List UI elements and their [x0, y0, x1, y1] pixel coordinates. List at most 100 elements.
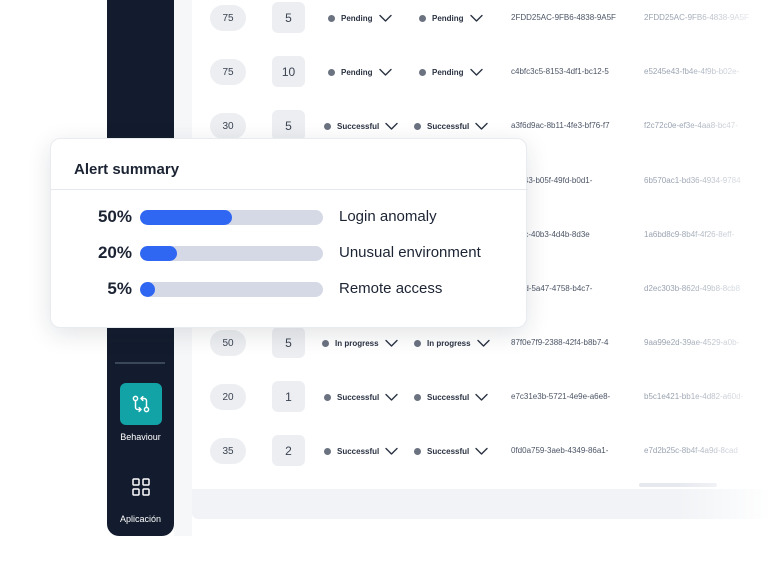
session-id: a3f6d9ac-8b11-4fe3-bf76-f7 — [511, 121, 610, 130]
status-dropdown[interactable]: Successful — [324, 117, 398, 135]
risk-score: 75 — [210, 5, 246, 31]
alert-count: 5 — [272, 2, 305, 33]
metric-percent: 20% — [97, 243, 132, 262]
status-dot — [324, 122, 331, 130]
risk-score: 20 — [210, 384, 246, 410]
sidebar-item-behaviour[interactable]: Behaviour — [107, 383, 174, 442]
metric-percent: 50% — [97, 207, 132, 226]
progress-fill — [140, 210, 232, 225]
status-dropdown[interactable]: In progress — [322, 334, 398, 352]
status-dropdown[interactable]: Pending — [328, 9, 392, 27]
status-dropdown[interactable]: Pending — [419, 9, 483, 27]
status-dropdown[interactable]: In progress — [414, 334, 490, 352]
chevron-down-icon — [475, 122, 488, 130]
table-row: 20 1 Successful Successful e7c31e3b-5721-… — [174, 379, 768, 419]
chevron-down-icon — [385, 447, 398, 455]
status-dot — [414, 447, 421, 455]
status-label: Pending — [432, 13, 464, 23]
status-label: Successful — [427, 121, 470, 131]
chevron-down-icon — [475, 393, 488, 401]
chevron-down-icon — [469, 68, 483, 76]
chevron-down-icon — [385, 393, 398, 401]
risk-score: 35 — [210, 438, 246, 464]
alert-metric: 5% Remote access — [51, 279, 528, 299]
metric-label: Login anomaly — [339, 208, 437, 225]
progress-track — [140, 246, 323, 261]
grid-icon — [131, 478, 150, 496]
alert-count: 5 — [272, 327, 305, 358]
git-compare-icon — [132, 395, 149, 413]
chevron-down-icon — [385, 122, 398, 130]
status-dot — [414, 393, 421, 401]
device-id: e7d2b25c-8b4f-4a9d-8cad — [644, 446, 738, 455]
status-dot — [322, 339, 329, 347]
status-dot — [324, 393, 331, 401]
chevron-down-icon — [378, 68, 392, 76]
progress-track — [140, 282, 323, 297]
chevron-down-icon — [475, 447, 488, 455]
progress-track — [140, 210, 323, 225]
session-id: c4bfc3c5-8153-4df1-bc12-5 — [511, 67, 609, 76]
device-id: f2c72c0e-ef3e-4aa8-bc47- — [644, 121, 738, 130]
status-label: In progress — [427, 338, 471, 348]
sidebar-item-behaviour-tile[interactable] — [119, 383, 162, 425]
status-dropdown[interactable]: Pending — [419, 63, 483, 81]
table-footer — [192, 489, 768, 519]
status-dot — [324, 447, 331, 455]
metric-percent: 5% — [107, 279, 132, 298]
alert-count: 2 — [272, 435, 305, 466]
sidebar-item-aplicacion[interactable]: Aplicación — [107, 474, 174, 524]
status-dropdown[interactable]: Pending — [328, 63, 392, 81]
status-dot — [419, 14, 426, 22]
device-id: 1a6bd8c9-8b4f-4f26-8eff- — [644, 230, 735, 239]
progress-fill — [140, 246, 177, 261]
status-label: Pending — [341, 13, 373, 23]
alert-metric: 20% Unusual environment — [51, 243, 528, 263]
status-dot — [328, 68, 335, 76]
table-row: 75 5 Pending Pending 2FDD25AC-9FB6-4838-9… — [174, 0, 768, 40]
status-label: Successful — [427, 392, 470, 402]
device-id: e5245e43-fb4e-4f9b-b02e- — [644, 67, 740, 76]
risk-score: 75 — [210, 59, 246, 85]
risk-score: 30 — [210, 113, 246, 139]
session-id: 0fd0a759-3aeb-4349-86a1- — [511, 446, 609, 455]
progress-fill — [140, 282, 155, 297]
table-row: 50 5 In progress In progress 87f0e7f9-238… — [174, 325, 768, 365]
alert-count: 1 — [272, 381, 305, 412]
status-label: Successful — [427, 446, 470, 456]
risk-score: 50 — [210, 330, 246, 356]
status-dot — [419, 68, 426, 76]
alert-count: 10 — [272, 56, 305, 87]
device-id: 9aa99e2d-39ae-4529-a0b- — [644, 338, 740, 347]
horizontal-scrollbar[interactable] — [639, 483, 717, 487]
device-id: b5c1e421-bb1e-4d82-a60d- — [644, 392, 744, 401]
card-divider — [51, 189, 528, 190]
status-dot — [414, 339, 421, 347]
table-row: 35 2 Successful Successful 0fd0a759-3aeb-… — [174, 433, 768, 473]
status-label: Pending — [341, 67, 373, 77]
session-id: e7c31e3b-5721-4e9e-a6e8- — [511, 392, 611, 401]
sidebar-item-aplicacion-tile[interactable] — [120, 474, 162, 500]
chevron-down-icon — [384, 339, 398, 347]
status-label: Pending — [432, 67, 464, 77]
chevron-down-icon — [469, 14, 483, 22]
status-dropdown[interactable]: Successful — [414, 442, 488, 460]
chevron-down-icon — [476, 339, 490, 347]
chevron-down-icon — [378, 14, 392, 22]
metric-label: Remote access — [339, 280, 443, 297]
device-id: 6b570ac1-bd36-4934-9784 — [644, 176, 741, 185]
device-id: 2FDD25AC-9FB6-4838-9A5F — [644, 13, 749, 22]
sidebar-divider — [115, 362, 165, 364]
status-dropdown[interactable]: Successful — [414, 117, 488, 135]
status-dropdown[interactable]: Successful — [324, 442, 398, 460]
status-label: Successful — [337, 392, 380, 402]
status-dot — [328, 14, 335, 22]
status-dot — [414, 122, 421, 130]
metric-label: Unusual environment — [339, 244, 481, 261]
status-label: Successful — [337, 121, 380, 131]
sidebar-item-label: Behaviour — [120, 432, 161, 442]
alert-metric: 50% Login anomaly — [51, 207, 528, 227]
status-dropdown[interactable]: Successful — [324, 388, 398, 406]
status-dropdown[interactable]: Successful — [414, 388, 488, 406]
alert-summary-card: Alert summary 50% Login anomaly 20% Unus… — [50, 138, 528, 328]
